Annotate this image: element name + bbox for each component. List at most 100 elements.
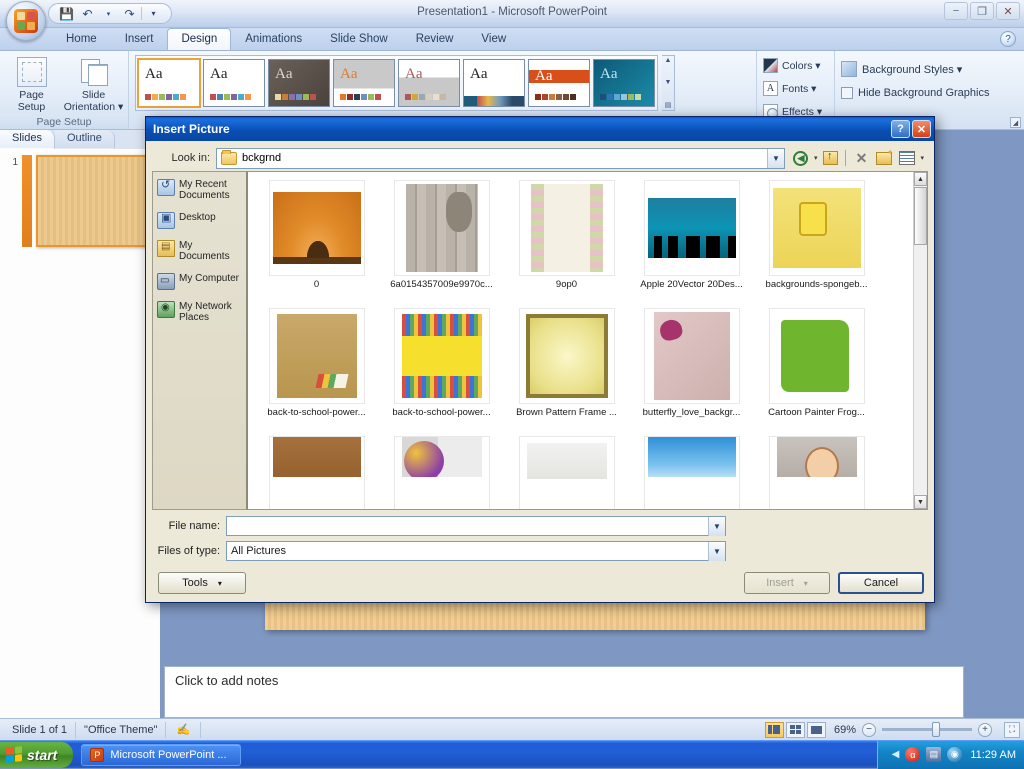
slide-orientation-button[interactable]: Slide Orientation ▾ — [63, 53, 124, 113]
chevron-down-icon[interactable]: ▼ — [767, 149, 784, 168]
file-item[interactable]: back-to-school-power... — [379, 306, 504, 434]
file-item[interactable]: 0 — [254, 178, 379, 306]
back-button[interactable]: ◀ — [791, 148, 811, 168]
close-button[interactable]: ✕ — [996, 2, 1020, 20]
file-list[interactable]: 0 6a0154357009e9970c... 9op0 Apple 20Vec… — [248, 171, 928, 510]
place-my-recent-documents[interactable]: My Recent Documents — [155, 178, 244, 202]
views-dropdown-icon[interactable]: ▾ — [920, 154, 924, 162]
place-my-network-places[interactable]: My Network Places — [155, 300, 244, 324]
chevron-down-icon[interactable]: ▼ — [708, 517, 725, 536]
theme-fonts-button[interactable]: A Fonts ▾ — [761, 79, 818, 98]
theme-thumb-3[interactable]: Aa — [268, 59, 330, 107]
tools-button[interactable]: Tools ▾ — [158, 572, 246, 594]
theme-thumb-5[interactable]: Aa — [398, 59, 460, 107]
files-of-type-value: All Pictures — [231, 545, 708, 557]
up-one-level-button[interactable] — [820, 148, 840, 168]
file-item[interactable]: butterfly_love_backgr... — [629, 306, 754, 434]
file-item[interactable] — [629, 434, 754, 509]
themes-gallery-scrollbar[interactable]: ▲ ▼ ▤ — [662, 55, 675, 111]
file-item[interactable] — [504, 434, 629, 509]
office-button[interactable] — [6, 1, 46, 41]
place-my-documents[interactable]: My Documents — [155, 239, 244, 263]
file-item[interactable] — [754, 434, 879, 509]
tab-slide-show[interactable]: Slide Show — [316, 28, 402, 50]
slide-sorter-icon[interactable] — [786, 722, 805, 738]
file-item[interactable]: Brown Pattern Frame ... — [504, 306, 629, 434]
file-item[interactable]: Cartoon Painter Frog... — [754, 306, 879, 434]
file-item[interactable]: Apple 20Vector 20Des... — [629, 178, 754, 306]
gallery-scroll-up-icon[interactable]: ▲ — [665, 57, 672, 64]
theme-thumb-8[interactable]: Aa — [593, 59, 655, 107]
theme-thumb-7[interactable]: Aa — [528, 59, 590, 107]
normal-view-icon[interactable] — [765, 722, 784, 738]
file-item[interactable]: 6a0154357009e9970c... — [379, 178, 504, 306]
gallery-scroll-down-icon[interactable]: ▼ — [665, 79, 672, 86]
scroll-down-icon[interactable]: ▼ — [914, 495, 927, 509]
place-desktop[interactable]: Desktop — [155, 211, 244, 230]
back-dropdown-icon[interactable]: ▾ — [814, 154, 818, 162]
notes-pane[interactable]: Click to add notes — [164, 666, 964, 718]
dialog-help-button[interactable]: ? — [891, 120, 910, 138]
themes-gallery[interactable]: Aa Aa Aa — [135, 55, 658, 111]
scroll-up-icon[interactable]: ▲ — [914, 172, 927, 186]
zoom-slider-handle[interactable] — [932, 722, 940, 737]
theme-thumb-6[interactable]: Aa — [463, 59, 525, 107]
theme-colors-button[interactable]: Colors ▾ — [761, 56, 823, 75]
tab-home[interactable]: Home — [52, 28, 111, 50]
zoom-in-button[interactable]: + — [978, 723, 992, 737]
fit-to-window-icon[interactable]: ⛶ — [1004, 722, 1020, 738]
place-my-computer[interactable]: My Computer — [155, 272, 244, 291]
file-item[interactable] — [379, 434, 504, 509]
create-new-folder-button[interactable] — [874, 148, 894, 168]
tab-design[interactable]: Design — [167, 28, 231, 50]
background-styles-button[interactable]: Background Styles ▾ — [839, 58, 964, 80]
show-hidden-icons-button[interactable]: ◀ — [892, 749, 900, 760]
tab-outline[interactable]: Outline — [55, 130, 115, 149]
checkbox-icon[interactable] — [841, 87, 853, 99]
tab-animations[interactable]: Animations — [231, 28, 316, 50]
tab-slides[interactable]: Slides — [0, 130, 55, 149]
theme-thumb-1[interactable]: Aa — [138, 59, 200, 107]
views-button[interactable] — [897, 148, 917, 168]
antivirus-icon[interactable]: α — [905, 747, 920, 762]
zoom-slider[interactable] — [882, 728, 972, 731]
spellcheck-icon[interactable]: ✍ — [166, 722, 201, 738]
insert-button[interactable]: Insert ▾ — [744, 572, 830, 594]
theme-aa-label: Aa — [210, 66, 228, 83]
delete-button[interactable]: ✕ — [851, 148, 871, 168]
slide-thumbnail-item[interactable]: 1 — [4, 155, 156, 247]
chevron-down-icon[interactable]: ▼ — [708, 542, 725, 561]
start-button[interactable]: start — [0, 742, 73, 768]
chevron-down-icon[interactable]: ▾ — [804, 579, 808, 588]
theme-thumb-4[interactable]: Aa — [333, 59, 395, 107]
chevron-down-icon[interactable]: ▾ — [218, 579, 222, 588]
slide-show-icon[interactable] — [807, 722, 826, 738]
tab-review[interactable]: Review — [402, 28, 468, 50]
dialog-close-button[interactable]: ✕ — [912, 120, 931, 138]
restore-button[interactable]: ❐ — [970, 2, 994, 20]
background-dialog-launcher-icon[interactable]: ◢ — [1010, 117, 1021, 128]
theme-thumb-2[interactable]: Aa — [203, 59, 265, 107]
cancel-button[interactable]: Cancel — [838, 572, 924, 594]
look-in-combo[interactable]: bckgrnd ▼ — [216, 148, 785, 169]
file-item[interactable]: back-to-school-power... — [254, 306, 379, 434]
minimize-button[interactable]: − — [944, 2, 968, 20]
slide-thumbnail-image[interactable] — [36, 155, 156, 247]
file-item[interactable]: 9op0 — [504, 178, 629, 306]
taskbar-item-powerpoint[interactable]: P Microsoft PowerPoint ... — [81, 744, 241, 766]
network-icon[interactable]: ▤ — [926, 747, 941, 762]
scrollbar-thumb[interactable] — [914, 187, 927, 245]
file-item[interactable]: backgrounds-spongeb... — [754, 178, 879, 306]
hide-background-graphics-checkbox[interactable]: Hide Background Graphics — [839, 84, 991, 102]
page-setup-button[interactable]: Page Setup — [4, 53, 59, 113]
security-center-icon[interactable]: ◉ — [947, 747, 962, 762]
tab-insert[interactable]: Insert — [111, 28, 168, 50]
zoom-out-button[interactable]: − — [862, 723, 876, 737]
tab-view[interactable]: View — [467, 28, 520, 50]
files-of-type-select[interactable]: All Pictures ▼ — [226, 541, 726, 561]
file-item[interactable] — [254, 434, 379, 509]
file-list-scrollbar[interactable]: ▲ ▼ — [913, 172, 927, 509]
help-icon[interactable]: ? — [1000, 31, 1016, 47]
gallery-more-icon[interactable]: ▤ — [665, 101, 672, 109]
file-name-input[interactable]: ▼ — [226, 516, 726, 536]
